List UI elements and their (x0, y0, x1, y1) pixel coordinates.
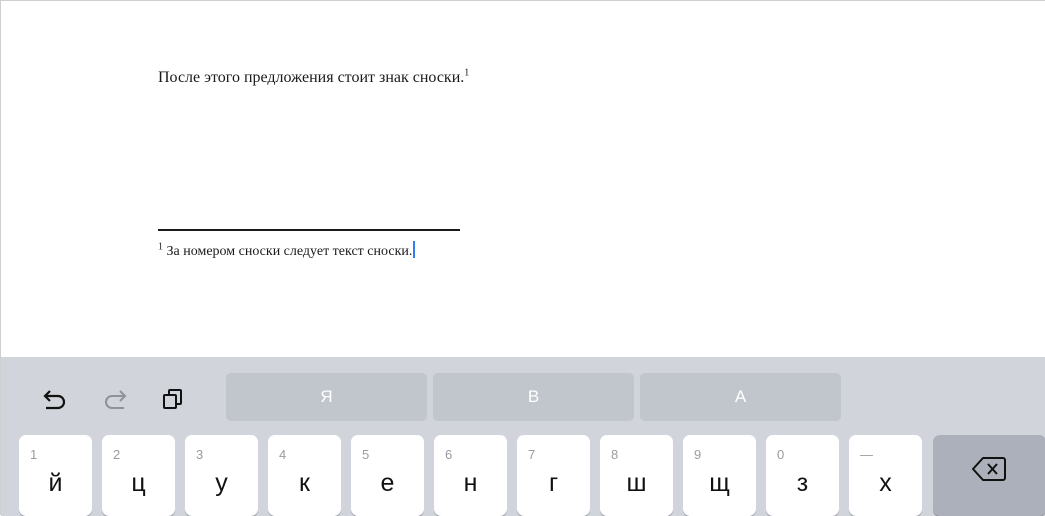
key-number: 1 (30, 447, 38, 462)
suggestion-1[interactable]: Я (226, 373, 427, 421)
clipboard-icon[interactable] (158, 385, 188, 413)
redo-icon[interactable] (101, 385, 131, 413)
key-letter: й (48, 469, 63, 497)
key-number: 4 (279, 447, 287, 462)
key-letter: н (463, 469, 478, 497)
key-letter: е (380, 469, 395, 497)
suggestion-3[interactable]: А (640, 373, 841, 421)
key-г[interactable]: 7 г (517, 435, 590, 516)
backspace-button[interactable] (933, 435, 1045, 516)
key-number: 9 (694, 447, 702, 462)
key-letter: щ (709, 469, 730, 497)
app-window: После этого предложения стоит знак сноск… (0, 0, 1045, 516)
suggestion-2[interactable]: В (433, 373, 634, 421)
key-number: 2 (113, 447, 121, 462)
key-number: 7 (528, 447, 536, 462)
body-paragraph-text: После этого предложения стоит знак сноск… (158, 69, 465, 86)
key-й[interactable]: 1 й (19, 435, 92, 516)
key-letter: з (796, 469, 809, 497)
key-letter: ц (131, 469, 146, 497)
text-caret (413, 241, 416, 258)
key-number: 0 (777, 447, 785, 462)
key-letter: у (215, 469, 228, 497)
key-щ[interactable]: 9 щ (683, 435, 756, 516)
key-number: 5 (362, 447, 370, 462)
footnote-separator (158, 229, 460, 231)
document-page[interactable]: После этого предложения стоит знак сноск… (1, 1, 1045, 357)
key-у[interactable]: 3 у (185, 435, 258, 516)
footnote-number: 1 (158, 241, 163, 253)
onscreen-keyboard: Я В А 1 й 2 ц 3 у 4 к 5 е 6 н 7 г 8 ш 9 … (1, 357, 1045, 516)
key-letter: к (299, 469, 310, 497)
footnote[interactable]: 1 За номером сноски следует текст сноски… (158, 241, 416, 260)
key-н[interactable]: 6 н (434, 435, 507, 516)
footnote-text: За номером сноски следует текст сноски. (166, 244, 413, 259)
key-з[interactable]: 0 з (766, 435, 839, 516)
key-ш[interactable]: 8 ш (600, 435, 673, 516)
backspace-icon (971, 456, 1007, 487)
footnote-reference-marker[interactable]: 1 (464, 68, 469, 79)
key-к[interactable]: 4 к (268, 435, 341, 516)
key-letter: х (879, 469, 892, 497)
key-х[interactable]: — х (849, 435, 922, 516)
body-paragraph[interactable]: После этого предложения стоит знак сноск… (158, 68, 469, 87)
key-ц[interactable]: 2 ц (102, 435, 175, 516)
key-number: 3 (196, 447, 204, 462)
undo-icon[interactable] (39, 385, 69, 413)
key-number: — (860, 447, 873, 462)
key-letter: ш (626, 469, 647, 497)
key-number: 6 (445, 447, 453, 462)
key-number: 8 (611, 447, 619, 462)
key-letter: г (548, 469, 559, 497)
key-е[interactable]: 5 е (351, 435, 424, 516)
